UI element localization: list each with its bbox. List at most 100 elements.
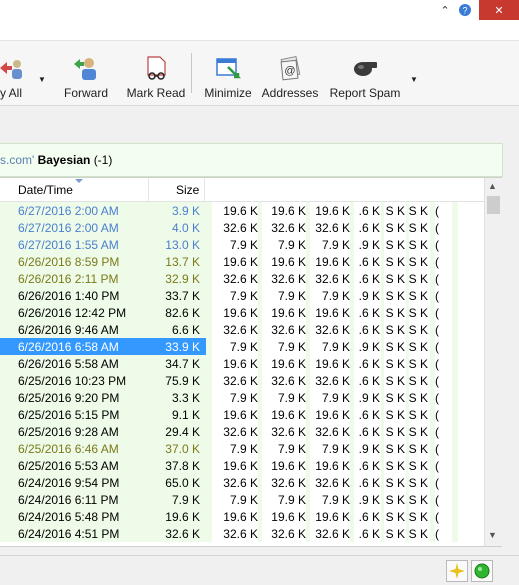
cell: 32.6 K <box>223 221 258 235</box>
cell: S K <box>385 306 405 320</box>
scroll-up-arrow-icon[interactable]: ▲ <box>488 181 497 191</box>
cell: S K <box>385 272 405 286</box>
cell: 32.6 K <box>223 425 258 439</box>
cell: 32.6 K <box>271 323 306 337</box>
table-row[interactable]: 6/25/2016 10:23 PM 75.9 K 32.6 K 32.6 K 32.6… <box>0 372 484 389</box>
cell: S K <box>385 238 405 252</box>
cell: S K <box>385 374 405 388</box>
cell: 7.9 K <box>321 289 350 303</box>
cell: .6 K <box>358 425 380 439</box>
column-divider[interactable] <box>204 178 205 201</box>
reply-all-dropdown-arrow[interactable]: ▼ <box>38 75 46 84</box>
close-button[interactable]: ✕ <box>479 0 519 20</box>
table-row[interactable]: 6/26/2016 12:42 PM 82.6 K 19.6 K 19.6 K 19.6… <box>0 304 484 321</box>
column-header-date[interactable]: Date/Time <box>18 183 73 197</box>
table-row[interactable]: 6/25/2016 6:46 AM 37.0 K 7.9 K 7.9 K 7.9 K .9… <box>0 440 484 457</box>
table-row[interactable]: 6/27/2016 1:55 AM 13.0 K 7.9 K 7.9 K 7.9 K .9… <box>0 236 484 253</box>
table-row[interactable]: 6/26/2016 9:46 AM 6.6 K 32.6 K 32.6 K 32.6 K… <box>0 321 484 338</box>
cell: .6 K <box>358 357 380 371</box>
scroll-down-arrow-icon[interactable]: ▼ <box>488 530 497 540</box>
cell: S K <box>408 408 428 422</box>
reply-all-button[interactable]: y All <box>0 55 26 100</box>
date-cell: 6/26/2016 12:42 PM <box>18 306 127 320</box>
date-cell: 6/25/2016 5:15 PM <box>18 408 120 422</box>
column-header-size[interactable]: Size <box>176 183 199 197</box>
size-cell: 3.9 K <box>171 204 200 218</box>
filter-name: Bayesian <box>37 153 91 167</box>
cell: 19.6 K <box>223 510 258 524</box>
column-tint <box>452 219 458 236</box>
table-row[interactable]: 6/25/2016 5:53 AM 37.8 K 19.6 K 19.6 K 19.6 … <box>0 457 484 474</box>
table-row[interactable]: 6/24/2016 9:54 PM 65.0 K 32.6 K 32.6 K 32.6 … <box>0 474 484 491</box>
size-cell: 9.1 K <box>171 408 200 422</box>
date-cell: 6/26/2016 2:11 PM <box>18 272 119 286</box>
cell: .9 K <box>358 238 380 252</box>
table-row[interactable]: 6/24/2016 4:51 PM 32.6 K 32.6 K 32.6 K 32.6 … <box>0 525 484 542</box>
chevron-up-icon[interactable]: ⌃ <box>438 0 452 20</box>
filter-text: s.com' Bayesian (-1) <box>0 153 112 167</box>
table-row[interactable]: 6/26/2016 8:59 PM 13.7 K 19.6 K 19.6 K 19.6 … <box>0 253 484 270</box>
help-icon[interactable]: ? <box>456 0 474 20</box>
column-tint <box>452 389 458 406</box>
table-row[interactable]: 6/27/2016 2:00 AM 4.0 K 32.6 K 32.6 K 32.6 K… <box>0 219 484 236</box>
minimize-icon <box>215 55 242 81</box>
column-tint <box>452 338 458 355</box>
cell: S K <box>408 510 428 524</box>
cell: ( <box>435 204 439 218</box>
cell: .6 K <box>358 306 380 320</box>
table-row[interactable]: 6/26/2016 2:11 PM 32.9 K 32.6 K 32.6 K 32.6 … <box>0 270 484 287</box>
column-divider[interactable] <box>148 178 149 201</box>
table-row[interactable]: 6/26/2016 1:40 PM 33.7 K 7.9 K 7.9 K 7.9 K .9… <box>0 287 484 304</box>
scrollbar-thumb[interactable] <box>487 196 500 214</box>
addresses-button[interactable]: @ Addresses <box>261 55 319 100</box>
spam-filter-status-icon[interactable] <box>446 560 468 582</box>
cell: ( <box>435 306 439 320</box>
cell: 19.6 K <box>223 408 258 422</box>
cell: 7.9 K <box>321 340 350 354</box>
message-list[interactable]: Date/Time Size 6/27/2016 2:00 AM 3.9 K 19.… <box>0 177 502 547</box>
toolbar: y All ▼ Forward Mark Read Minimize @ Add… <box>0 41 519 106</box>
date-cell: 6/25/2016 6:46 AM <box>18 442 119 456</box>
cell: 32.6 K <box>315 527 350 541</box>
cell: .6 K <box>358 476 380 490</box>
cell: S K <box>408 374 428 388</box>
cell: 19.6 K <box>223 306 258 320</box>
cell: ( <box>435 289 439 303</box>
table-row[interactable]: 6/24/2016 5:48 PM 19.6 K 19.6 K 19.6 K 19.6 … <box>0 508 484 525</box>
table-row[interactable]: 6/27/2016 2:00 AM 3.9 K 19.6 K 19.6 K 19.6 K… <box>0 202 484 219</box>
cell: 7.9 K <box>321 493 350 507</box>
table-row[interactable]: 6/25/2016 9:28 AM 29.4 K 32.6 K 32.6 K 32.6 … <box>0 423 484 440</box>
cell: S K <box>385 510 405 524</box>
report-spam-button[interactable]: Report Spam <box>329 55 401 100</box>
cell: 7.9 K <box>229 391 258 405</box>
minimize-button[interactable]: Minimize <box>201 55 255 100</box>
table-row[interactable]: 6/25/2016 9:20 PM 3.3 K 7.9 K 7.9 K 7.9 K .9 … <box>0 389 484 406</box>
date-cell: 6/26/2016 1:40 PM <box>18 289 120 303</box>
report-spam-dropdown-arrow[interactable]: ▼ <box>410 75 418 84</box>
size-cell: 6.6 K <box>171 323 200 337</box>
cell: 32.6 K <box>271 476 306 490</box>
vertical-scrollbar[interactable]: ▲ ▼ <box>484 178 502 546</box>
whistle-icon <box>352 55 378 81</box>
table-row[interactable]: 6/24/2016 6:11 PM 7.9 K 7.9 K 7.9 K 7.9 K .9 … <box>0 491 484 508</box>
mark-read-button[interactable]: Mark Read <box>125 55 187 100</box>
table-row[interactable]: 6/26/2016 6:58 AM 33.9 K 7.9 K 7.9 K 7.9 K .9… <box>0 338 484 355</box>
forward-button[interactable]: Forward <box>60 55 112 100</box>
report-spam-label: Report Spam <box>329 86 401 100</box>
size-cell: 19.6 K <box>165 510 200 524</box>
cell: ( <box>435 442 439 456</box>
cell: 19.6 K <box>271 204 306 218</box>
cell: 7.9 K <box>229 493 258 507</box>
cell: 19.6 K <box>315 408 350 422</box>
connection-status-icon[interactable] <box>471 560 493 582</box>
size-cell: 82.6 K <box>165 306 200 320</box>
date-cell: 6/27/2016 2:00 AM <box>18 204 119 218</box>
table-row[interactable]: 6/26/2016 5:58 AM 34.7 K 19.6 K 19.6 K 19.6 … <box>0 355 484 372</box>
cell: ( <box>435 221 439 235</box>
date-cell: 6/24/2016 6:11 PM <box>18 493 119 507</box>
cell: ( <box>435 425 439 439</box>
cell: ( <box>435 323 439 337</box>
cell: .6 K <box>358 221 380 235</box>
cell: 7.9 K <box>229 340 258 354</box>
table-row[interactable]: 6/25/2016 5:15 PM 9.1 K 19.6 K 19.6 K 19.6 K… <box>0 406 484 423</box>
